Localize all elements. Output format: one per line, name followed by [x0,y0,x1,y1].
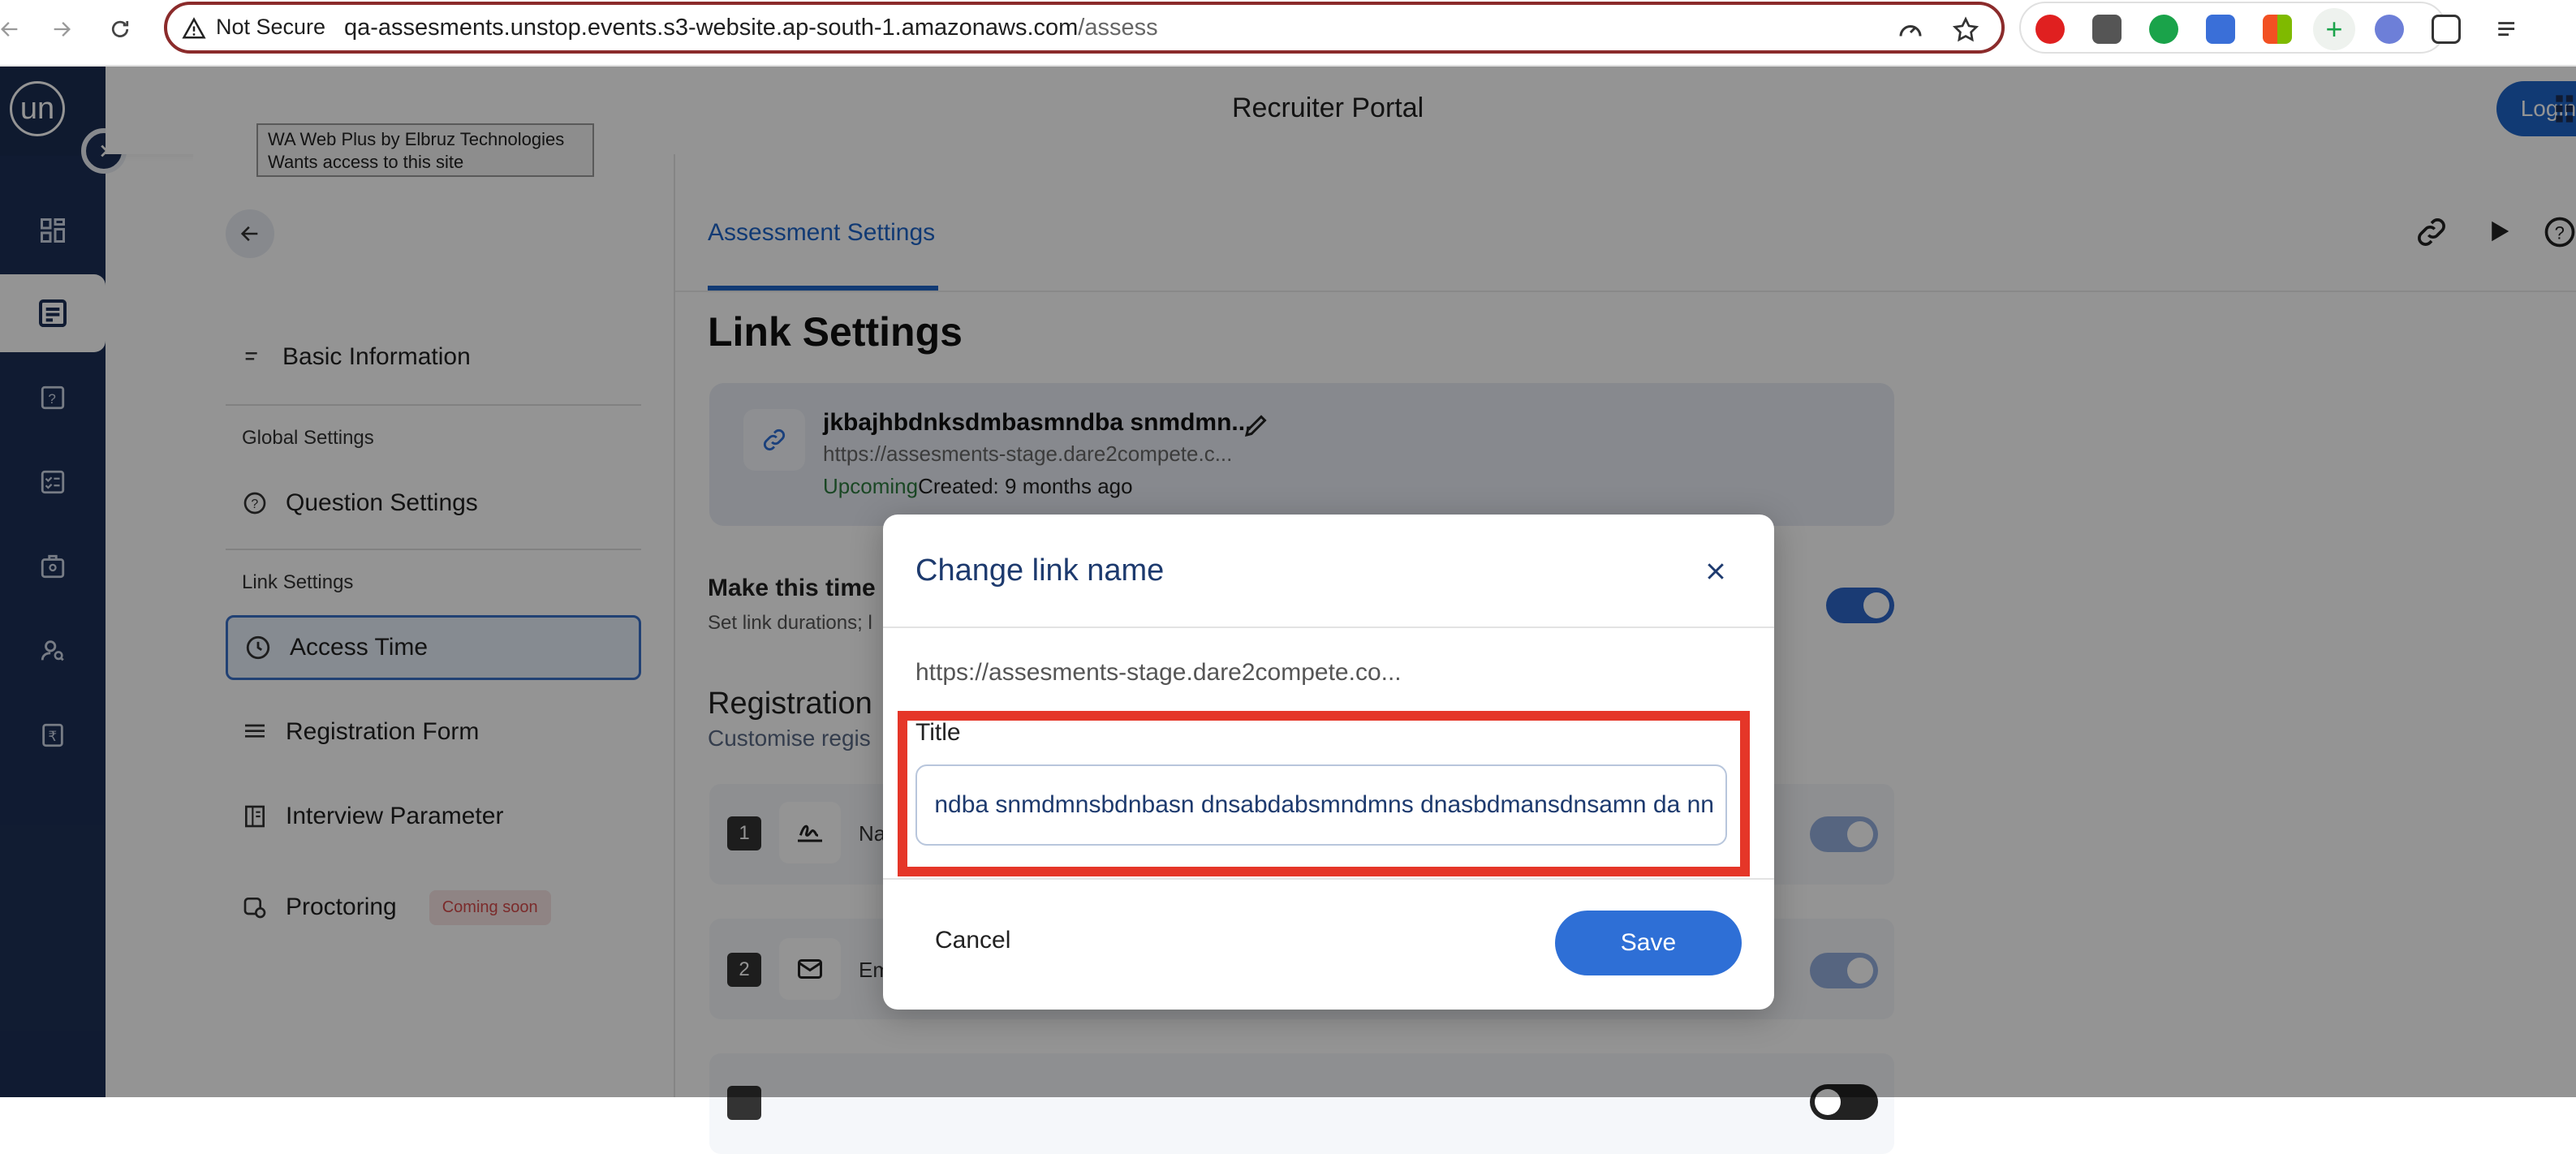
browser-toolbar: Not Secure qa-assesments.unstop.events.s… [0,0,2576,67]
extension-icon[interactable] [2092,15,2122,44]
url-path: /assess [1078,15,1158,41]
screen-extension-icon[interactable] [2206,15,2235,44]
dialog-link-url: https://assesments-stage.dare2compete.co… [915,659,1402,686]
divider [883,627,1774,628]
forward-nav-icon[interactable] [44,11,80,47]
url-host: qa-assesments.unstop.events.s3-website.a… [344,15,1079,41]
change-link-name-dialog: Change link name https://assesments-stag… [883,515,1774,1010]
dialog-title: Change link name [915,553,1165,588]
ublock-extension-icon[interactable] [2035,15,2065,44]
profile-extension-icon[interactable] [2375,15,2404,44]
extensions-bar: + [2019,2,2461,54]
divider [883,878,1774,880]
title-field-label: Title [915,719,961,746]
grammarly-extension-icon[interactable] [2149,15,2178,44]
plus-extension-icon[interactable]: + [2313,8,2355,50]
warning-icon [182,16,206,41]
security-label[interactable]: Not Secure [216,15,325,40]
bookmark-star-icon[interactable] [1951,15,1980,45]
back-nav-icon[interactable] [0,11,28,47]
reading-list-icon[interactable] [2495,16,2522,44]
url-text[interactable]: qa-assesments.unstop.events.s3-website.a… [344,15,1158,41]
save-button[interactable]: Save [1555,911,1742,975]
address-bar[interactable]: Not Secure qa-assesments.unstop.events.s… [164,2,2005,54]
microsoft-extension-icon[interactable] [2263,15,2292,44]
cancel-button[interactable]: Cancel [935,927,1010,954]
reload-icon[interactable] [102,11,138,47]
puzzle-extensions-icon[interactable] [2432,15,2461,44]
title-input[interactable] [915,764,1727,846]
performance-icon[interactable] [1896,15,1925,45]
close-icon[interactable] [1698,553,1734,589]
